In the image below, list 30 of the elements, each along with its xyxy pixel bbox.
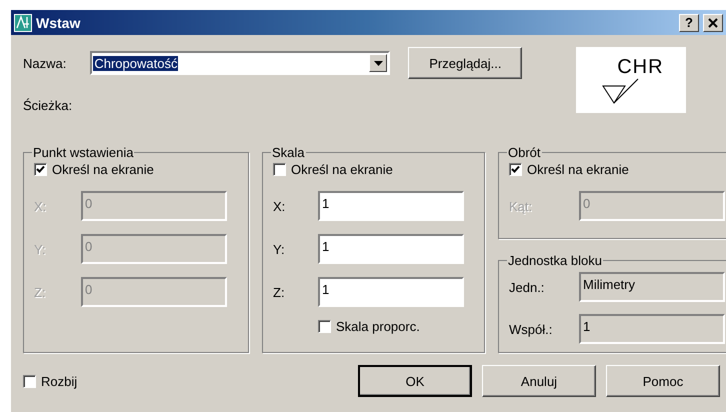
group-title: Jednostka bloku — [507, 253, 603, 268]
help-button[interactable]: ? — [679, 14, 699, 32]
checkbox[interactable]: Określ na ekranie — [509, 162, 725, 177]
group-title: Skala — [271, 145, 306, 160]
field-label: Współ.: — [509, 322, 554, 336]
browse-button[interactable]: Przeglądaj... — [408, 47, 522, 79]
dialog-button[interactable]: OK — [358, 365, 472, 397]
dialog-button[interactable]: Anuluj — [482, 365, 596, 397]
value-field: 1 — [579, 314, 725, 344]
field-label: Jedn.: — [509, 280, 546, 294]
checkbox[interactable]: Określ na ekranie — [34, 162, 238, 177]
name-dropdown[interactable]: Chropowatość — [90, 51, 390, 75]
selected-text: Chropowatość — [93, 56, 178, 70]
group-title: Punkt wstawienia — [32, 145, 134, 160]
input-field[interactable]: 1 — [318, 191, 464, 221]
preview-text: CHR — [617, 56, 664, 78]
field-label: Y: — [273, 242, 286, 256]
input-field[interactable]: 1 — [318, 277, 464, 307]
checkbox[interactable]: Rozbij — [23, 374, 358, 388]
path-label: Ścieżka: — [23, 98, 72, 113]
field-label: X: — [273, 198, 286, 214]
value-field: Milimetry — [579, 272, 725, 302]
checkbox[interactable]: Skala proporc. — [318, 319, 474, 334]
input-field[interactable]: 1 — [318, 234, 464, 264]
window-title: Wstaw — [36, 14, 82, 30]
field-label: Z: — [273, 284, 286, 300]
checkbox[interactable]: Określ na ekranie — [273, 162, 474, 177]
group-title: Obrót — [507, 145, 542, 160]
field-label: Nazwa: — [23, 56, 66, 70]
dialog-button[interactable]: Pomoc — [606, 365, 720, 397]
